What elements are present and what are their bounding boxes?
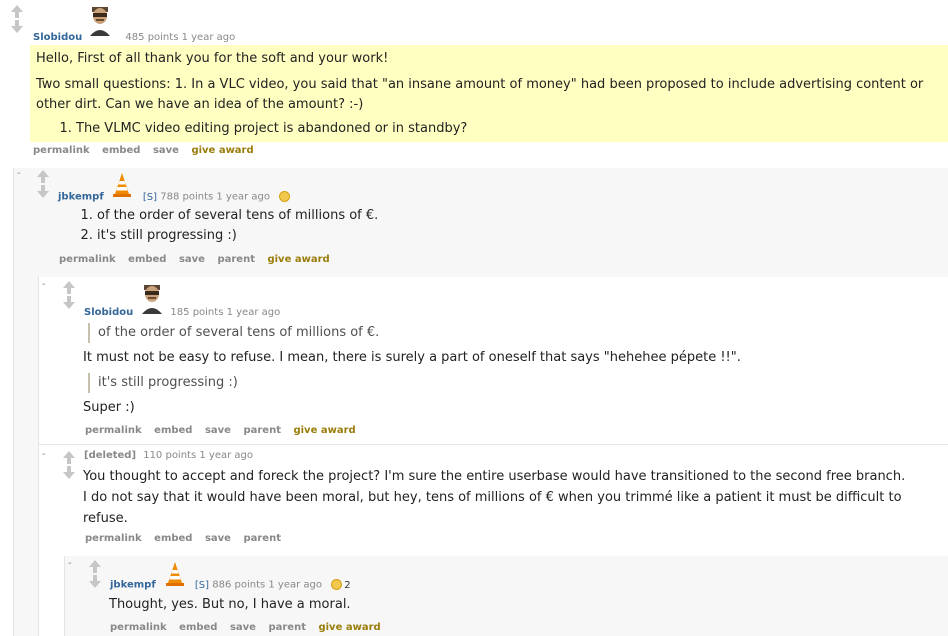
downvote-arrow-icon[interactable] xyxy=(9,19,24,33)
comment-body: of the order of several tens of millions… xyxy=(62,206,922,246)
upvote-arrow-icon[interactable] xyxy=(35,170,50,184)
score: 788 points xyxy=(160,191,214,203)
timestamp: 1 year ago xyxy=(216,191,271,203)
timestamp: 1 year ago xyxy=(181,32,236,43)
comment-tagline: jbkempf [S] 886 points 1 year ago 2 xyxy=(110,579,351,591)
author-link[interactable]: Slobidou xyxy=(84,307,133,318)
comment-tagline: Slobidou 485 points 1 year ago xyxy=(33,32,235,43)
list-item: The VLMC video editing project is abando… xyxy=(76,119,936,139)
comment-paragraph: It must not be easy to refuse. I mean, t… xyxy=(83,350,741,365)
gold-award-icon xyxy=(279,191,291,202)
author-link[interactable]: Slobidou xyxy=(33,32,82,43)
comment-paragraph: Super :) xyxy=(83,400,135,415)
blockquote: it's still progressing :) xyxy=(88,373,938,393)
moderator-flair: [S] xyxy=(194,579,210,591)
downvote-arrow-icon[interactable] xyxy=(61,465,76,479)
timestamp: 1 year ago xyxy=(199,450,253,461)
score: 886 points xyxy=(212,579,266,591)
upvote-arrow-icon[interactable] xyxy=(61,451,76,465)
comment-buttons: permalink embed save give award xyxy=(33,145,263,156)
give-award-button[interactable]: give award xyxy=(191,145,253,156)
downvote-arrow-icon[interactable] xyxy=(61,295,76,309)
vote-arrows xyxy=(35,170,50,198)
permalink-button[interactable]: permalink xyxy=(85,425,142,436)
score: 110 points xyxy=(143,450,197,461)
upvote-arrow-icon[interactable] xyxy=(9,5,24,19)
save-button[interactable]: save xyxy=(230,622,256,633)
author-link[interactable]: jbkempf xyxy=(58,192,104,203)
author-link[interactable]: jbkempf xyxy=(110,580,156,591)
permalink-button[interactable]: permalink xyxy=(85,533,142,544)
permalink-button[interactable]: permalink xyxy=(110,622,167,633)
author-deleted: [deleted] xyxy=(84,450,137,461)
give-award-button[interactable]: give award xyxy=(293,425,355,436)
gold-award-icon xyxy=(331,579,343,590)
comment-buttons: permalink embed save parent give award xyxy=(85,425,365,436)
vote-arrows xyxy=(87,560,102,588)
list-item: it's still progressing :) xyxy=(97,226,922,246)
comment-paragraph: Two small questions: 1. In a VLC video, … xyxy=(36,77,924,112)
save-button[interactable]: save xyxy=(205,425,231,436)
comment-body: You thought to accept and foreck the pro… xyxy=(83,469,906,526)
award-count: 2 xyxy=(344,579,351,591)
vote-arrows xyxy=(9,5,24,33)
comment-tagline: [deleted] 110 points 1 year ago xyxy=(84,450,253,461)
collapse-toggle[interactable]: - xyxy=(42,449,46,460)
comment-buttons: permalink embed save parent xyxy=(85,533,290,544)
parent-button[interactable]: parent xyxy=(268,622,306,633)
embed-button[interactable]: embed xyxy=(128,254,166,265)
save-button[interactable]: save xyxy=(153,145,179,156)
downvote-arrow-icon[interactable] xyxy=(87,574,102,588)
vote-arrows xyxy=(61,281,76,309)
permalink-button[interactable]: permalink xyxy=(33,145,90,156)
parent-button[interactable]: parent xyxy=(243,425,281,436)
give-award-button[interactable]: give award xyxy=(318,622,380,633)
downvote-arrow-icon[interactable] xyxy=(35,184,50,198)
parent-button[interactable]: parent xyxy=(217,254,255,265)
save-button[interactable]: save xyxy=(205,533,231,544)
score: 185 points xyxy=(170,307,224,318)
comment-tagline: Slobidou 185 points 1 year ago xyxy=(84,307,280,318)
comment-paragraph: Hello, First of all thank you for the so… xyxy=(36,51,389,66)
embed-button[interactable]: embed xyxy=(179,622,217,633)
timestamp: 1 year ago xyxy=(268,579,323,591)
moderator-flair: [S] xyxy=(142,191,158,203)
parent-button[interactable]: parent xyxy=(243,533,281,544)
score: 485 points xyxy=(125,32,179,43)
collapse-toggle[interactable]: - xyxy=(17,168,21,179)
timestamp: 1 year ago xyxy=(226,307,281,318)
comment-body: Hello, First of all thank you for the so… xyxy=(36,49,936,139)
comment-buttons: permalink embed save parent give award xyxy=(110,622,390,633)
comment-body: Thought, yes. But no, I have a moral. xyxy=(109,597,351,612)
collapse-toggle[interactable]: - xyxy=(68,558,72,569)
comment-buttons: permalink embed save parent give award xyxy=(59,254,339,265)
save-button[interactable]: save xyxy=(179,254,205,265)
comment-list: The VLMC video editing project is abando… xyxy=(76,119,936,139)
upvote-arrow-icon[interactable] xyxy=(61,281,76,295)
comment-list: of the order of several tens of millions… xyxy=(97,206,922,246)
give-award-button[interactable]: give award xyxy=(267,254,329,265)
vote-arrows xyxy=(61,451,76,479)
embed-button[interactable]: embed xyxy=(102,145,140,156)
embed-button[interactable]: embed xyxy=(154,425,192,436)
comment-tagline: jbkempf [S] 788 points 1 year ago xyxy=(58,191,291,203)
comment-body: of the order of several tens of millions… xyxy=(83,323,938,418)
embed-button[interactable]: embed xyxy=(154,533,192,544)
blockquote: of the order of several tens of millions… xyxy=(88,323,938,343)
upvote-arrow-icon[interactable] xyxy=(87,560,102,574)
list-item: of the order of several tens of millions… xyxy=(97,206,922,226)
collapse-toggle[interactable]: - xyxy=(42,279,46,290)
permalink-button[interactable]: permalink xyxy=(59,254,116,265)
